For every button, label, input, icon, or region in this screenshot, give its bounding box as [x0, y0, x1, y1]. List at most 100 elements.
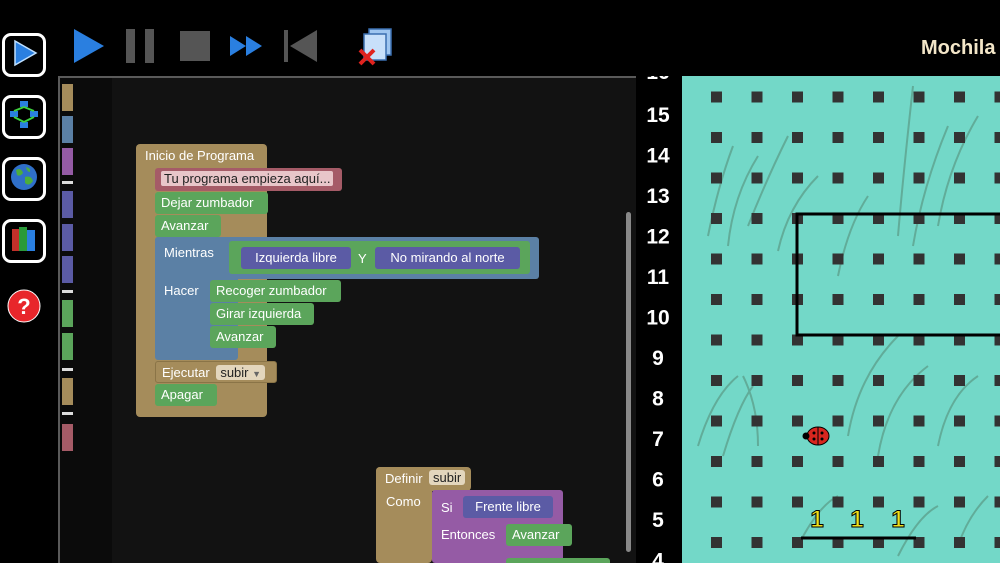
comment-block[interactable]: Tu programa empieza aquí...	[155, 168, 342, 191]
grid-dot	[792, 456, 803, 467]
library-button[interactable]	[2, 219, 46, 263]
pick-beeper-block[interactable]: Recoger zumbador	[210, 280, 341, 302]
grid-dot	[792, 91, 803, 103]
category-actions[interactable]	[62, 300, 73, 327]
rewind-button[interactable]	[281, 28, 319, 68]
workspace-scrollbar[interactable]	[626, 212, 631, 552]
not-facing-north-block[interactable]: No mirando al norte	[375, 247, 520, 269]
grid-dot	[954, 172, 965, 184]
grid-dot	[873, 132, 884, 143]
forward-block[interactable]: Avanzar	[210, 326, 276, 348]
clear-copy-button[interactable]	[357, 27, 395, 68]
grid-dot	[994, 415, 1000, 427]
world-grid: 16151413121110987654 111	[638, 76, 1000, 563]
if-label: Si	[441, 500, 453, 515]
grid-dot	[954, 537, 965, 548]
forward-block[interactable]: Avanzar	[506, 524, 572, 546]
play-button[interactable]	[2, 33, 46, 77]
books-icon	[8, 223, 40, 260]
front-free-block[interactable]: Frente libre	[463, 496, 553, 518]
do-label: Hacer	[164, 283, 199, 298]
execute-dropdown[interactable]: subir ▼	[216, 365, 266, 380]
comment-text[interactable]: Tu programa empieza aquí...	[161, 171, 334, 186]
row-label: 9	[652, 347, 664, 370]
category-functions[interactable]	[62, 378, 73, 405]
grid-dot	[751, 213, 763, 224]
grid-dot	[711, 334, 722, 346]
category-math[interactable]	[62, 256, 73, 283]
help-icon: ?	[6, 289, 42, 328]
turn-left-label: Girar izquierda	[216, 306, 302, 321]
row-label: 16	[646, 76, 669, 84]
grid-dot	[832, 91, 844, 103]
grid-dot	[711, 91, 722, 103]
grid-dot	[751, 496, 763, 508]
grid-dot	[832, 456, 844, 467]
run-button[interactable]	[70, 28, 108, 68]
grid-dot	[954, 415, 965, 427]
category-comments[interactable]	[62, 424, 73, 451]
grid-dot	[711, 537, 722, 548]
row-label: 15	[646, 104, 670, 127]
grid-dot	[751, 91, 763, 103]
forward-block[interactable]: Avanzar	[155, 215, 221, 237]
grid-dot	[954, 375, 965, 386]
grid-dot	[994, 294, 1000, 305]
grid-dot	[913, 294, 925, 305]
globe-icon	[8, 161, 40, 198]
grid-dot	[873, 253, 884, 265]
category-main[interactable]	[62, 84, 73, 111]
define-name-field[interactable]: subir	[429, 470, 466, 485]
world-view[interactable]: 16151413121110987654 111	[638, 76, 1000, 563]
beeper-count: 1	[850, 506, 863, 533]
grid-dot	[751, 456, 763, 467]
grid-dot	[751, 415, 763, 427]
grid-dot	[711, 253, 722, 265]
grid-dot	[994, 172, 1000, 184]
category-movement[interactable]	[62, 333, 73, 360]
category-sensors[interactable]	[62, 191, 73, 218]
row-label: 6	[652, 469, 664, 492]
grid-dot	[751, 537, 763, 548]
grid-dot	[711, 294, 722, 305]
grid-dot	[994, 375, 1000, 386]
partial-block[interactable]	[506, 558, 610, 563]
pause-button[interactable]	[122, 28, 160, 68]
front-free-label: Frente libre	[475, 499, 541, 514]
grid-dot	[954, 253, 965, 265]
fast-forward-button[interactable]	[228, 28, 266, 68]
chevron-down-icon: ▼	[252, 369, 262, 379]
left-free-label: Izquierda libre	[255, 250, 337, 265]
category-control[interactable]	[62, 116, 73, 143]
shutdown-block[interactable]: Apagar	[155, 384, 217, 406]
forward-label: Avanzar	[512, 527, 560, 542]
grid-dot	[873, 456, 884, 467]
grid-dot	[954, 496, 965, 508]
row-label: 13	[646, 185, 669, 208]
grid-dot	[913, 253, 925, 265]
category-logic[interactable]	[62, 224, 73, 251]
grid-dot	[873, 294, 884, 305]
stop-button[interactable]	[176, 28, 214, 68]
left-free-block[interactable]: Izquierda libre	[241, 247, 351, 269]
grid-dot	[832, 294, 844, 305]
grid-dot	[832, 132, 844, 143]
globe-button[interactable]	[2, 157, 46, 201]
execute-block[interactable]: Ejecutar subir ▼	[155, 361, 277, 383]
grid-dot	[751, 375, 763, 386]
grid-dot	[873, 496, 884, 508]
backpack-title: Mochila	[921, 37, 996, 59]
turn-left-block[interactable]: Girar izquierda	[210, 303, 314, 325]
play-icon	[9, 38, 39, 73]
drop-beeper-block[interactable]: Dejar zumbador	[155, 192, 268, 214]
block-toolbox	[60, 78, 112, 563]
row-label: 4	[652, 550, 664, 563]
while-label: Mientras	[164, 245, 214, 260]
grid-dot	[873, 415, 884, 427]
help-button[interactable]: ?	[6, 288, 42, 324]
grid-dot	[751, 294, 763, 305]
network-button[interactable]	[2, 95, 46, 139]
execute-dropdown-value: subir	[220, 365, 249, 380]
category-conditionals[interactable]	[62, 148, 73, 175]
grid-dot	[913, 91, 925, 103]
